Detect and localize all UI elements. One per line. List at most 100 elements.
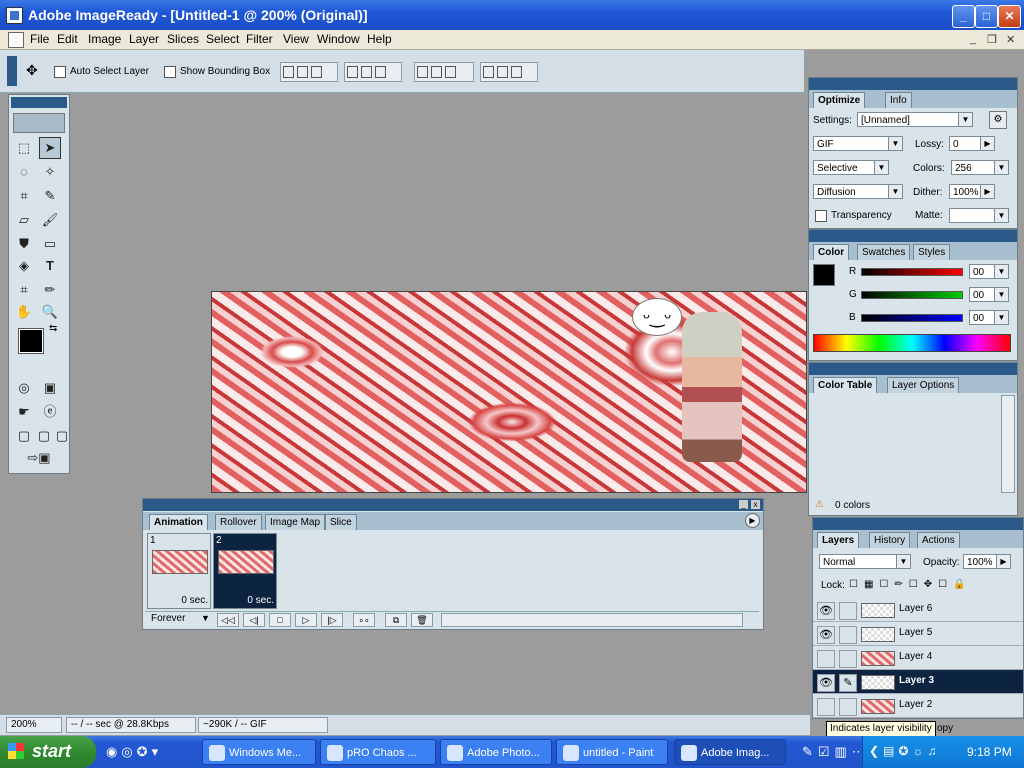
first-frame-button[interactable]: ◁◁ bbox=[217, 613, 239, 627]
loop-dropdown-arrow-icon[interactable]: ▼ bbox=[201, 613, 210, 623]
taskbar-item-pro-chaos[interactable]: pRO Chaos ... bbox=[320, 739, 436, 765]
layer-row[interactable]: Layer 2 bbox=[813, 694, 1023, 718]
options-grip[interactable] bbox=[7, 56, 17, 86]
tab-animation[interactable]: Animation bbox=[149, 514, 208, 530]
color-ramp[interactable] bbox=[813, 334, 1011, 352]
layers-palette-header[interactable] bbox=[813, 518, 1023, 530]
eye-icon[interactable]: 👁 bbox=[817, 674, 835, 692]
distribute-buttons-group-1[interactable] bbox=[414, 62, 474, 82]
rectangle-tool-icon[interactable]: ▭ bbox=[39, 233, 61, 255]
eyedropper-tool-icon[interactable]: ✎ bbox=[39, 185, 61, 207]
menu-edit[interactable]: Edit bbox=[57, 32, 78, 46]
tray-icons[interactable]: ❮▤✪☼♫ bbox=[869, 744, 940, 758]
tab-rollover[interactable]: Rollover bbox=[215, 514, 262, 530]
paint-bucket-tool-icon[interactable]: ◈ bbox=[13, 255, 35, 277]
reduction-dropdown[interactable]: Selective ▼ bbox=[813, 160, 889, 175]
menu-image[interactable]: Image bbox=[88, 32, 121, 46]
minimize-button[interactable]: _ bbox=[952, 5, 975, 28]
auto-select-layer-checkbox[interactable] bbox=[54, 66, 66, 78]
frames-scrollbar[interactable] bbox=[441, 613, 743, 627]
layer-row[interactable]: Layer 4 bbox=[813, 646, 1023, 670]
blend-mode-dropdown[interactable]: Normal ▼ bbox=[819, 554, 911, 569]
taskbar-item-windows-media[interactable]: Windows Me... bbox=[202, 739, 316, 765]
animation-minimize-button[interactable]: _ bbox=[739, 500, 748, 509]
green-field[interactable]: 00 ▼ bbox=[969, 287, 1009, 302]
tab-styles[interactable]: Styles bbox=[913, 244, 951, 260]
rollover-preview-icon[interactable]: ☛ bbox=[13, 401, 35, 423]
align-buttons-group-1[interactable] bbox=[280, 62, 338, 82]
blue-slider[interactable] bbox=[861, 314, 963, 322]
lock-options-icons[interactable]: ☐▦☐✏☐✥☐🔒 bbox=[849, 579, 972, 590]
menu-window[interactable]: Window bbox=[317, 32, 360, 46]
taskbar-toolbar-icons[interactable]: ✎☑▥⋯ bbox=[802, 744, 870, 760]
paintbrush-icon[interactable]: ✎ bbox=[839, 674, 857, 692]
menu-view[interactable]: View bbox=[283, 32, 309, 46]
screen-mode-standard-icon[interactable]: ▢ bbox=[13, 425, 35, 447]
preview-in-browser-icon[interactable]: ⓔ bbox=[39, 401, 61, 423]
tab-color[interactable]: Color bbox=[813, 244, 850, 260]
delete-frame-button[interactable]: 🗑 bbox=[411, 613, 433, 627]
blue-field[interactable]: 00 ▼ bbox=[969, 310, 1009, 325]
marquee-tool-icon[interactable]: ⬚ bbox=[13, 137, 35, 159]
tab-slice[interactable]: Slice bbox=[325, 514, 357, 530]
dither-algorithm-dropdown[interactable]: Diffusion ▼ bbox=[813, 184, 903, 199]
tab-swatches[interactable]: Swatches bbox=[857, 244, 911, 260]
colors-field[interactable]: 256 ▼ bbox=[951, 160, 1009, 175]
brush-tool-icon[interactable]: 🖌 bbox=[39, 209, 61, 231]
doc-restore-button[interactable]: ❐ bbox=[987, 33, 997, 46]
menu-file[interactable]: File bbox=[30, 32, 49, 46]
green-slider[interactable] bbox=[861, 291, 963, 299]
dither-field[interactable]: 100% ▶ bbox=[949, 184, 995, 199]
taskbar-item-adobe-imageready[interactable]: Adobe Imag... bbox=[674, 739, 786, 765]
type-tool-icon[interactable]: T bbox=[39, 255, 61, 277]
eye-icon[interactable] bbox=[817, 698, 835, 716]
pencil-tool-icon[interactable]: ✏ bbox=[39, 279, 61, 301]
layer-row[interactable]: 👁 Layer 6 bbox=[813, 598, 1023, 622]
red-field[interactable]: 00 ▼ bbox=[969, 264, 1009, 279]
layer-row[interactable]: 👁 Layer 5 bbox=[813, 622, 1023, 646]
taskbar-item-paint[interactable]: untitled - Paint bbox=[556, 739, 668, 765]
link-icon[interactable] bbox=[839, 626, 857, 644]
menu-select[interactable]: Select bbox=[206, 32, 239, 46]
lasso-tool-icon[interactable]: ◌ bbox=[13, 161, 35, 183]
download-time[interactable]: -- / -- sec @ 28.8Kbps bbox=[66, 717, 196, 733]
toolbox-header[interactable] bbox=[11, 97, 67, 108]
maximize-button[interactable]: □ bbox=[975, 5, 998, 28]
align-buttons-group-2[interactable] bbox=[344, 62, 402, 82]
clock[interactable]: 9:18 PM bbox=[967, 745, 1012, 759]
color-foreground-swatch[interactable] bbox=[813, 264, 835, 286]
menu-slices[interactable]: Slices bbox=[167, 32, 199, 46]
animation-close-button[interactable]: x bbox=[751, 500, 760, 509]
tab-layers[interactable]: Layers bbox=[817, 532, 860, 548]
hand-tool-icon[interactable]: ✋ bbox=[13, 301, 35, 323]
format-dropdown[interactable]: GIF ▼ bbox=[813, 136, 903, 151]
eraser-tool-icon[interactable]: ▱ bbox=[13, 209, 35, 231]
imageready-logo-icon[interactable] bbox=[13, 113, 65, 133]
layer-name-partial[interactable]: opy bbox=[937, 723, 953, 734]
jump-to-photoshop-icon[interactable]: ⇨▣ bbox=[13, 447, 65, 469]
frame-delay-dropdown[interactable]: 0 sec. bbox=[181, 595, 208, 606]
color-palette-header[interactable] bbox=[809, 230, 1017, 242]
tab-history[interactable]: History bbox=[869, 532, 911, 548]
tab-info[interactable]: Info bbox=[885, 92, 912, 108]
lossy-field[interactable]: 0 ▶ bbox=[949, 136, 995, 151]
move-tool-button-icon[interactable]: ➤ bbox=[39, 137, 61, 159]
link-icon[interactable] bbox=[839, 650, 857, 668]
start-button[interactable]: start bbox=[0, 736, 96, 768]
optimize-menu-icon[interactable]: ⚙ bbox=[989, 111, 1007, 129]
swap-colors-icon[interactable]: ⇆ bbox=[49, 323, 57, 334]
frame-delay-dropdown[interactable]: 0 sec. bbox=[247, 595, 274, 606]
opacity-field[interactable]: 100% ▶ bbox=[963, 554, 1011, 569]
tab-optimize[interactable]: Optimize bbox=[813, 92, 866, 108]
imageready-app-icon[interactable] bbox=[6, 7, 23, 24]
tab-color-table[interactable]: Color Table bbox=[813, 377, 878, 393]
slice-tool-icon[interactable]: ⌗ bbox=[13, 185, 35, 207]
previous-frame-button[interactable]: ◁| bbox=[243, 613, 265, 627]
zoom-tool-icon[interactable]: 🔍 bbox=[39, 301, 61, 323]
crop-tool-icon[interactable]: ⌗ bbox=[13, 279, 35, 301]
tab-layer-options[interactable]: Layer Options bbox=[887, 377, 960, 393]
next-frame-button[interactable]: |▷ bbox=[321, 613, 343, 627]
color-table-palette-header[interactable] bbox=[809, 363, 1017, 375]
tab-actions[interactable]: Actions bbox=[917, 532, 960, 548]
toggle-visibility-icon[interactable]: ◎ bbox=[13, 377, 35, 399]
